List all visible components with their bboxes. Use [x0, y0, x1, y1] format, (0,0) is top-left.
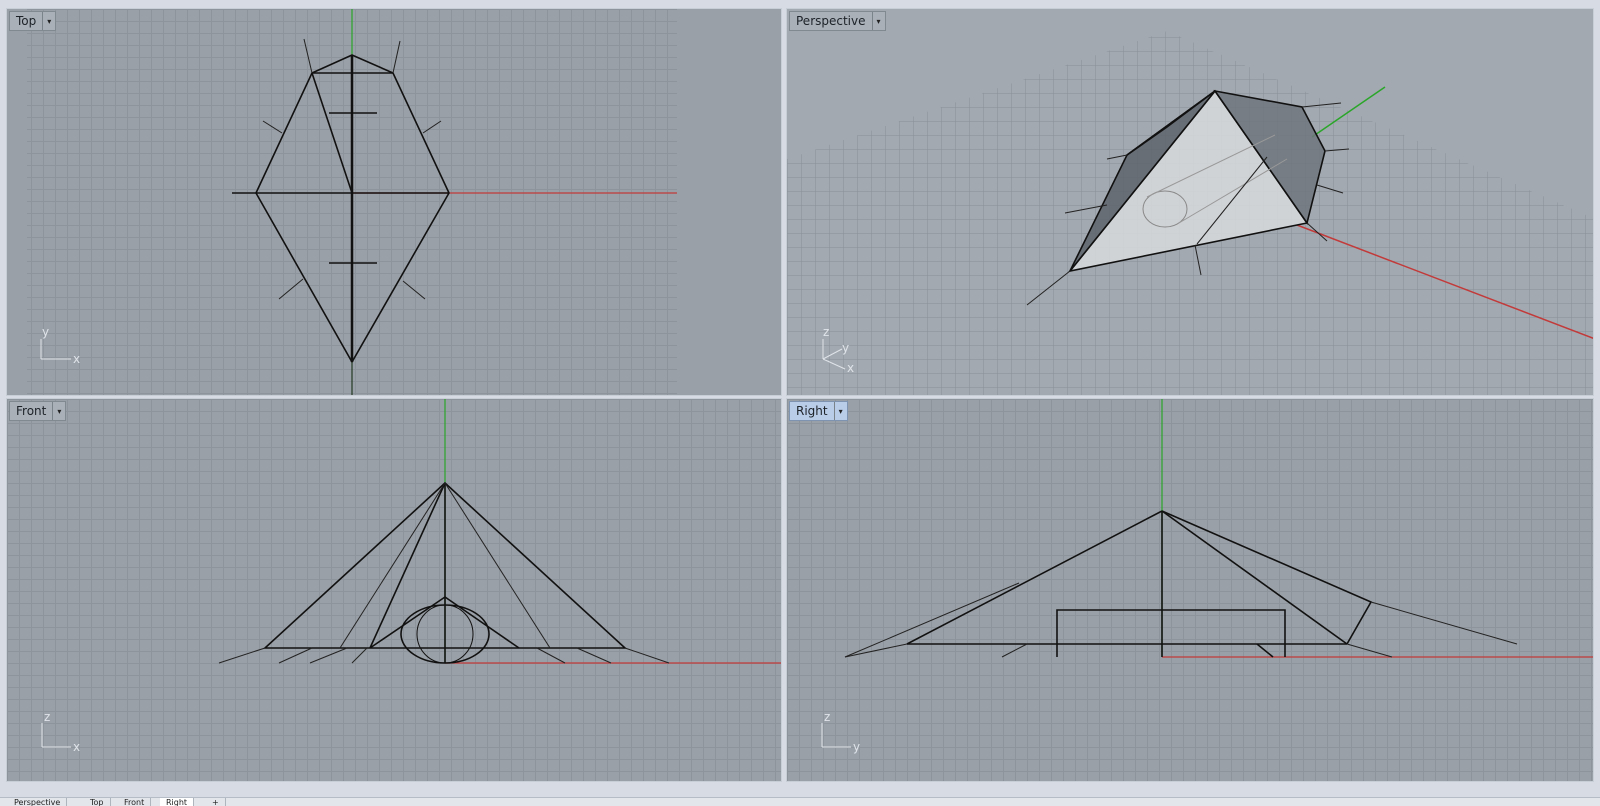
- right-view-canvas[interactable]: z y: [787, 399, 1594, 782]
- front-view-canvas[interactable]: z x: [7, 399, 782, 782]
- axis-label-z: z: [823, 325, 829, 339]
- chevron-down-icon[interactable]: ▾: [52, 402, 65, 420]
- top-view-canvas[interactable]: y x: [7, 9, 782, 396]
- viewport-right[interactable]: Right ▾ z y: [786, 398, 1594, 782]
- axis-indicator: [41, 723, 71, 748]
- viewport-label-perspective[interactable]: Perspective ▾: [789, 11, 886, 31]
- viewport-perspective[interactable]: Perspective ▾ z y x: [786, 8, 1594, 396]
- model-wireframe: [262, 481, 628, 664]
- viewport-label-text: Right: [796, 404, 828, 418]
- axis-label-y: y: [42, 325, 49, 339]
- chevron-down-icon[interactable]: ▾: [871, 12, 885, 30]
- viewport-label-top[interactable]: Top ▾: [9, 11, 57, 31]
- axis-label-y: y: [853, 740, 860, 754]
- viewport-label-text: Top: [16, 14, 37, 28]
- perspective-view-canvas[interactable]: z y x: [787, 9, 1594, 396]
- model-edges-thin: [218, 482, 670, 664]
- viewport-front[interactable]: Front ▾ z x: [6, 398, 782, 782]
- viewport-label-right[interactable]: Right ▾: [789, 401, 848, 421]
- viewport-label-text: Perspective: [796, 14, 866, 28]
- model-wireframe: [906, 510, 1373, 658]
- axis-label-x: x: [847, 361, 854, 375]
- axis-label-x: x: [73, 352, 80, 366]
- axis-indicator: [40, 339, 71, 360]
- axis-label-z: z: [44, 710, 50, 724]
- viewport-label-text: Front: [16, 404, 47, 418]
- viewport-top[interactable]: Top ▾ y x: [6, 8, 782, 396]
- axis-label-z: z: [824, 710, 830, 724]
- axis-label-y: y: [842, 341, 849, 355]
- axis-label-x: x: [73, 740, 80, 754]
- viewport-label-front[interactable]: Front ▾: [9, 401, 67, 421]
- model-edges-thin: [844, 582, 1518, 658]
- chevron-down-icon[interactable]: ▾: [833, 402, 847, 420]
- model-wireframe: [232, 54, 450, 364]
- chevron-down-icon[interactable]: ▾: [42, 12, 55, 30]
- axis-indicator: [821, 723, 851, 748]
